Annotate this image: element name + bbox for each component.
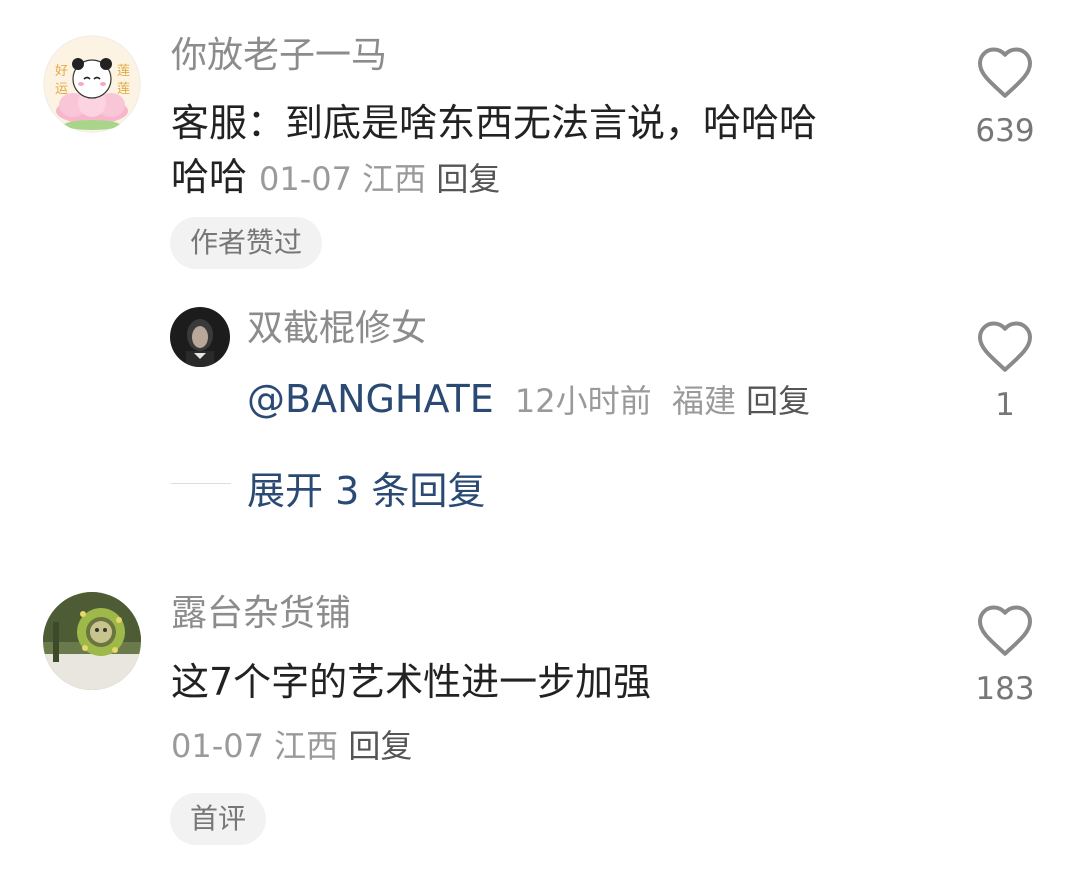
like-count: 183 bbox=[975, 671, 1035, 707]
like-button[interactable]: 1 bbox=[970, 318, 1040, 421]
avatar-text: 运 bbox=[55, 82, 68, 97]
comment-date: 01-07 bbox=[259, 160, 352, 198]
first-comment-badge: 首评 bbox=[170, 793, 267, 845]
reply-button[interactable]: 回复 bbox=[436, 160, 500, 198]
heart-icon bbox=[978, 47, 1032, 98]
comment-text[interactable]: 这7个字的艺术性进一步加强 bbox=[171, 655, 651, 709]
reply-time: 12小时前 bbox=[514, 382, 652, 420]
comment-text-tail: 哈哈 bbox=[171, 155, 248, 199]
reply-button[interactable]: 回复 bbox=[348, 727, 412, 765]
avatar[interactable] bbox=[43, 592, 141, 690]
comment-text-line-2: 哈哈 01-07 江西 回复 bbox=[171, 150, 817, 206]
comment-location: 江西 bbox=[362, 160, 427, 198]
author-liked-badge: 作者赞过 bbox=[170, 217, 323, 269]
avatar-text: 莲 bbox=[117, 82, 130, 97]
reply-button[interactable]: 回复 bbox=[746, 382, 810, 420]
avatar[interactable]: 好 运 莲 莲 bbox=[43, 35, 141, 133]
reply-text[interactable]: @BANGHATE 12小时前 福建 回复 bbox=[247, 374, 810, 432]
heart-icon bbox=[978, 321, 1032, 372]
reply-location: 福建 bbox=[671, 382, 736, 420]
like-button[interactable]: 639 bbox=[970, 44, 1040, 147]
comment-author-name[interactable]: 露台杂货铺 bbox=[171, 596, 351, 632]
comment-author-name[interactable]: 你放老子一马 bbox=[171, 38, 387, 74]
avatar-text: 好 bbox=[55, 64, 68, 79]
avatar[interactable] bbox=[170, 307, 230, 367]
comment-text[interactable]: 客服：到底是啥东西无法言说，哈哈哈 哈哈 01-07 江西 回复 bbox=[171, 96, 817, 206]
comment-meta: 01-07 江西 回复 bbox=[171, 726, 412, 766]
dark-portrait-avatar-icon bbox=[170, 307, 230, 367]
like-count: 1 bbox=[995, 387, 1015, 423]
comment-location: 江西 bbox=[274, 727, 339, 765]
plant-wreath-avatar-icon bbox=[43, 592, 141, 690]
comment-text-line: 客服：到底是啥东西无法言说，哈哈哈 bbox=[171, 101, 818, 145]
heart-icon bbox=[978, 605, 1032, 656]
reply-author-name[interactable]: 双截棍修女 bbox=[247, 311, 427, 347]
avatar-text: 莲 bbox=[117, 64, 130, 79]
mention-link[interactable]: @BANGHATE bbox=[247, 377, 494, 421]
expand-replies-button[interactable]: 展开 3 条回复 bbox=[247, 460, 485, 515]
like-button[interactable]: 183 bbox=[970, 602, 1040, 705]
comment-date: 01-07 bbox=[171, 727, 264, 765]
like-count: 639 bbox=[975, 113, 1035, 149]
divider-line bbox=[171, 483, 231, 484]
panda-lotus-avatar-icon: 好 运 莲 莲 bbox=[43, 35, 141, 133]
